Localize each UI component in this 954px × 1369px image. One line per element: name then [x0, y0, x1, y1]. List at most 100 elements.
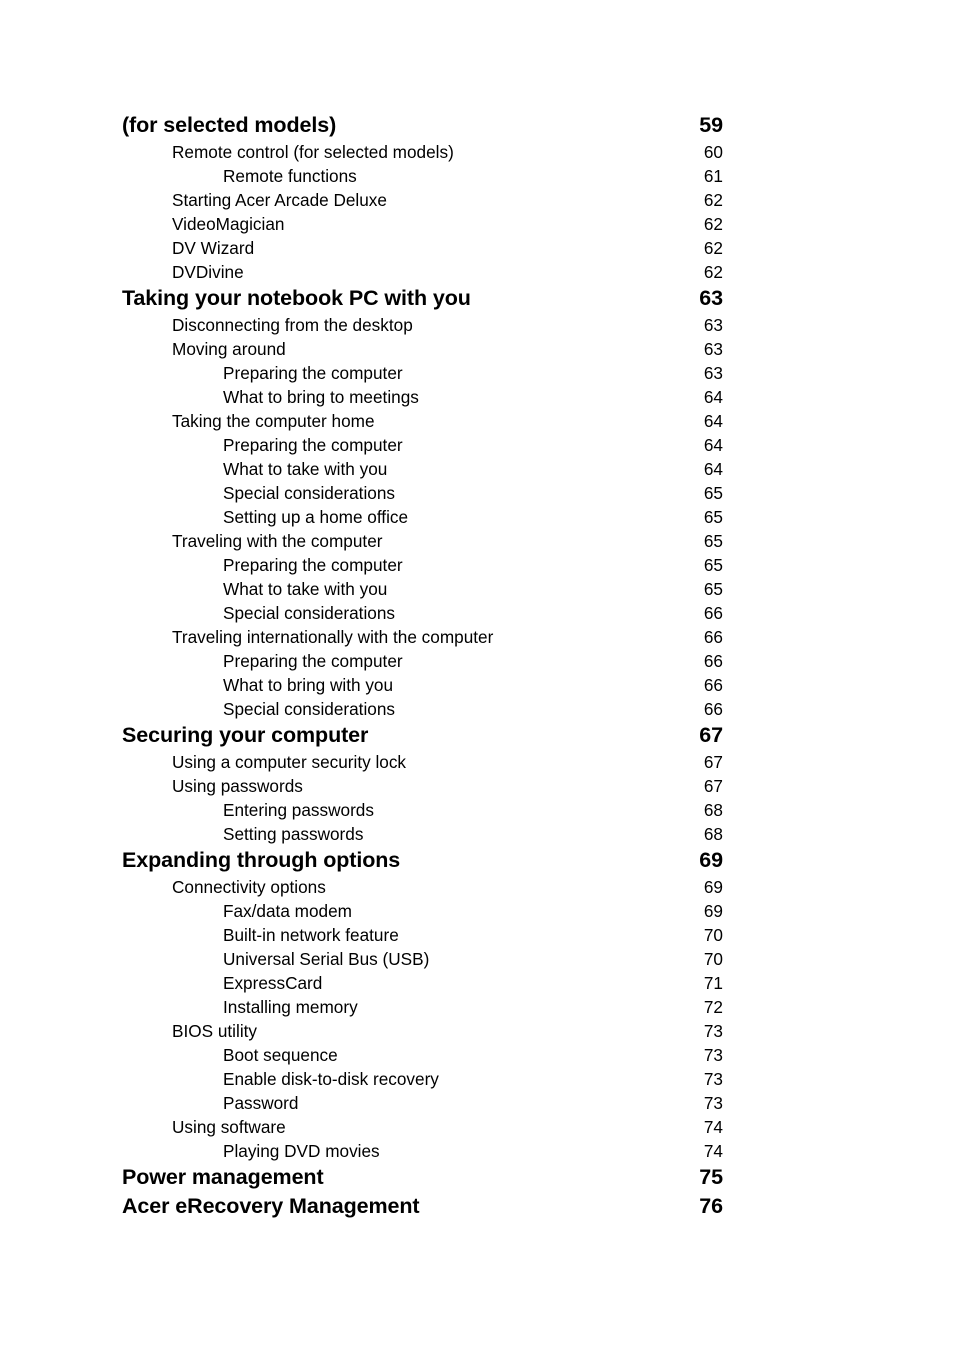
toc-entry[interactable]: Playing DVD movies 74: [122, 1141, 723, 1165]
toc-entry[interactable]: Preparing the computer 65: [122, 555, 723, 579]
toc-entry[interactable]: Disconnecting from the desktop 63: [122, 315, 723, 339]
toc-entry[interactable]: Setting passwords 68: [122, 824, 723, 848]
toc-entry[interactable]: Installing memory 72: [122, 997, 723, 1021]
toc-entry-page-number: 74: [703, 1117, 723, 1137]
toc-entry[interactable]: Preparing the computer 66: [122, 651, 723, 675]
toc-entry[interactable]: Universal Serial Bus (USB) 70: [122, 949, 723, 973]
toc-entry[interactable]: ExpressCard 71: [122, 973, 723, 997]
toc-entry[interactable]: Enable disk-to-disk recovery 73: [122, 1069, 723, 1093]
toc-entry[interactable]: Remote functions 61: [122, 166, 723, 190]
toc-entry[interactable]: What to take with you 64: [122, 459, 723, 483]
toc-entry[interactable]: What to bring to meetings 64: [122, 387, 723, 411]
toc-entry-title: Playing DVD movies: [223, 1141, 380, 1161]
toc-entry[interactable]: DV Wizard 62: [122, 238, 723, 262]
toc-entry-title: Setting passwords: [223, 824, 364, 844]
toc-chapter-entry[interactable]: Expanding through options 69: [122, 848, 723, 877]
toc-entry-title: What to take with you: [223, 459, 388, 479]
toc-entry-title: Using software: [172, 1117, 286, 1137]
toc-entry-page-number: 62: [703, 214, 723, 234]
toc-entry[interactable]: Preparing the computer 64: [122, 435, 723, 459]
toc-entry-title: Acer eRecovery Management: [122, 1194, 420, 1218]
toc-entry-page-number: 65: [703, 507, 723, 527]
toc-entry[interactable]: Built-in network feature 70: [122, 925, 723, 949]
toc-entry-title: Fax/data modem: [223, 901, 352, 921]
toc-entry-title: Traveling with the computer: [172, 531, 383, 551]
toc-entry-page-number: 63: [703, 339, 723, 359]
toc-entry[interactable]: Special considerations 66: [122, 603, 723, 627]
toc-entry-title: Securing your computer: [122, 723, 369, 747]
toc-entry[interactable]: Preparing the computer 63: [122, 363, 723, 387]
toc-chapter-entry[interactable]: Taking your notebook PC with you 63: [122, 286, 723, 315]
toc-entry[interactable]: Using software 74: [122, 1117, 723, 1141]
toc-entry-title: What to bring with you: [223, 675, 394, 695]
toc-entry-title: BIOS utility: [172, 1021, 258, 1041]
toc-entry-title: Expanding through options: [122, 848, 401, 872]
toc-entry[interactable]: Entering passwords 68: [122, 800, 723, 824]
toc-entry-page-number: 70: [703, 949, 723, 969]
toc-entry-page-number: 76: [699, 1194, 723, 1218]
toc-entry-page-number: 73: [703, 1069, 723, 1089]
toc-entry-title: Preparing the computer: [223, 651, 403, 671]
toc-entry[interactable]: Traveling internationally with the compu…: [122, 627, 723, 651]
toc-entry-title: Entering passwords: [223, 800, 374, 820]
toc-entry-page-number: 60: [703, 142, 723, 162]
toc-entry[interactable]: What to bring with you 66: [122, 675, 723, 699]
toc-chapter-entry[interactable]: Power management 75: [122, 1165, 723, 1194]
toc-entry[interactable]: Remote control (for selected models) 60: [122, 142, 723, 166]
toc-entry-title: Preparing the computer: [223, 555, 403, 575]
toc-entry-page-number: 59: [699, 113, 723, 137]
toc-entry[interactable]: Traveling with the computer 65: [122, 531, 723, 555]
toc-entry[interactable]: VideoMagician 62: [122, 214, 723, 238]
toc-entry[interactable]: Connectivity options 69: [122, 877, 723, 901]
toc-entry[interactable]: Using passwords 67: [122, 776, 723, 800]
toc-entry-page-number: 71: [703, 973, 723, 993]
toc-entry[interactable]: Boot sequence 73: [122, 1045, 723, 1069]
toc-entry-title: Taking your notebook PC with you: [122, 286, 471, 310]
toc-entry-page-number: 65: [703, 531, 723, 551]
toc-entry[interactable]: Special considerations 66: [122, 699, 723, 723]
toc-entry[interactable]: Taking the computer home 64: [122, 411, 723, 435]
toc-entry-page-number: 62: [703, 238, 723, 258]
toc-entry-title: Setting up a home office: [223, 507, 409, 527]
toc-entry-title: Remote functions: [223, 166, 357, 186]
toc-entry-title: Disconnecting from the desktop: [172, 315, 413, 335]
toc-entry[interactable]: Using a computer security lock 67: [122, 752, 723, 776]
toc-entry-title: DVDivine: [172, 262, 244, 282]
toc-entry-page-number: 61: [703, 166, 723, 186]
toc-entry-title: Built-in network feature: [223, 925, 399, 945]
toc-entry-title: Password: [223, 1093, 299, 1113]
toc-entry-title: DV Wizard: [172, 238, 255, 258]
toc-entry-title: Taking the computer home: [172, 411, 375, 431]
toc-entry-title: Using passwords: [172, 776, 303, 796]
toc-entry-page-number: 64: [703, 459, 723, 479]
toc-entry-page-number: 69: [703, 901, 723, 921]
toc-entry[interactable]: Special considerations 65: [122, 483, 723, 507]
toc-entry[interactable]: DVDivine 62: [122, 262, 723, 286]
toc-entry-page-number: 62: [703, 190, 723, 210]
toc-entry-page-number: 68: [703, 824, 723, 844]
toc-entry[interactable]: What to take with you 65: [122, 579, 723, 603]
toc-chapter-entry[interactable]: Acer eRecovery Management 76: [122, 1194, 723, 1223]
toc-entry-title: Special considerations: [223, 483, 395, 503]
toc-entry-title: Boot sequence: [223, 1045, 338, 1065]
toc-entry-title: Power management: [122, 1165, 324, 1189]
toc-entry[interactable]: Fax/data modem 69: [122, 901, 723, 925]
toc-entry-title: Preparing the computer: [223, 435, 403, 455]
toc-entry-page-number: 62: [703, 262, 723, 282]
toc-entry-title: Starting Acer Arcade Deluxe: [172, 190, 387, 210]
toc-entry[interactable]: Moving around 63: [122, 339, 723, 363]
toc-entry[interactable]: Setting up a home office 65: [122, 507, 723, 531]
toc-entry-page-number: 69: [699, 848, 723, 872]
toc-entry-page-number: 68: [703, 800, 723, 820]
toc-entry-page-number: 65: [703, 555, 723, 575]
toc-entry-page-number: 63: [703, 315, 723, 335]
toc-entry-page-number: 65: [703, 579, 723, 599]
toc-chapter-entry[interactable]: (for selected models) 59: [122, 113, 723, 142]
toc-entry-title: What to bring to meetings: [223, 387, 419, 407]
toc-entry[interactable]: Starting Acer Arcade Deluxe 62: [122, 190, 723, 214]
toc-entry-title: What to take with you: [223, 579, 388, 599]
toc-entry-title: Connectivity options: [172, 877, 326, 897]
toc-entry[interactable]: Password 73: [122, 1093, 723, 1117]
toc-chapter-entry[interactable]: Securing your computer 67: [122, 723, 723, 752]
toc-entry[interactable]: BIOS utility 73: [122, 1021, 723, 1045]
